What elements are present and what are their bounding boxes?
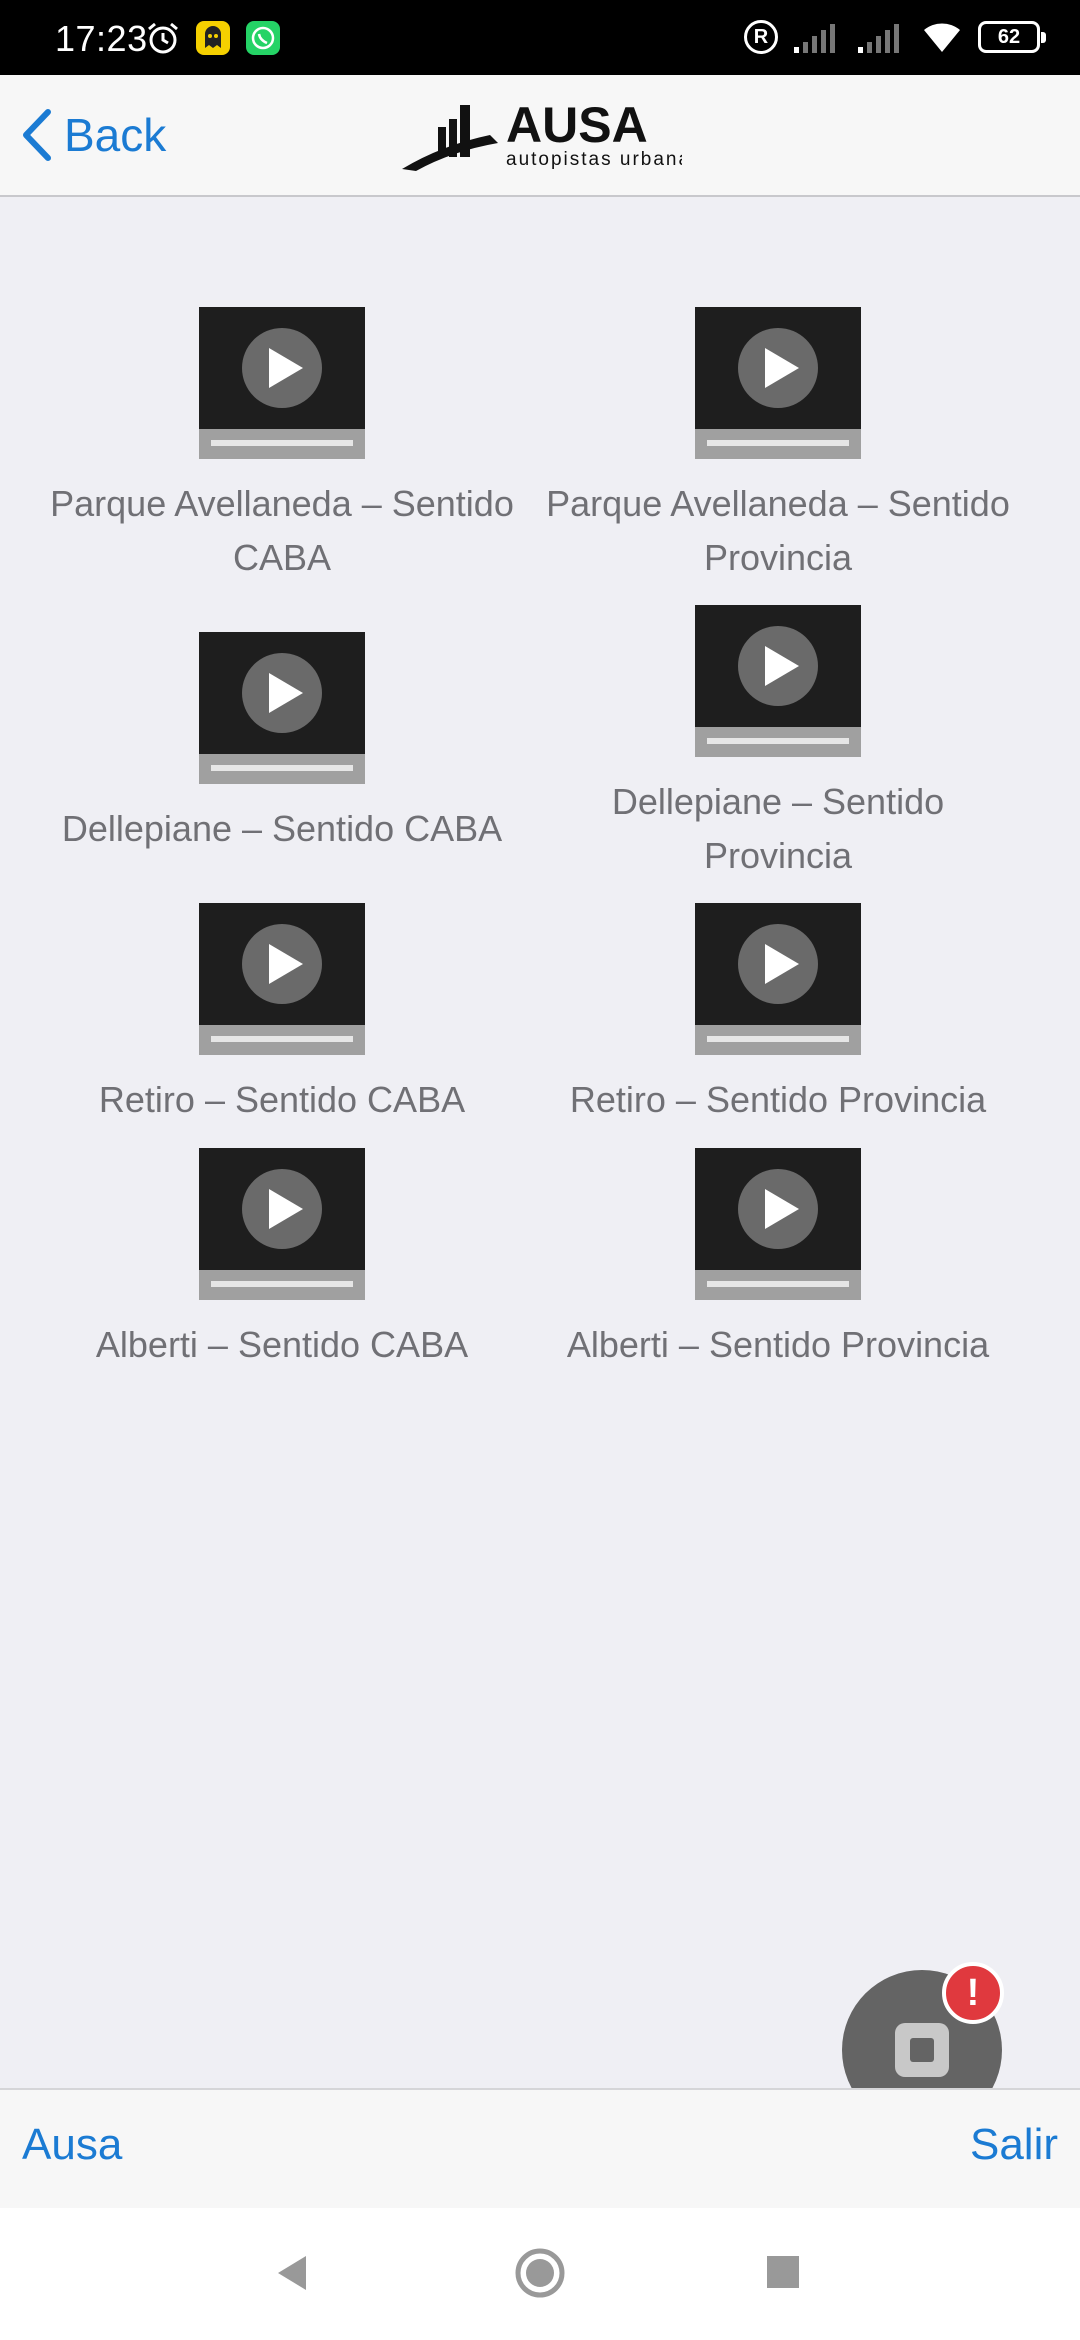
bottom-toolbar: Ausa Salir: [0, 2088, 1080, 2210]
camera-label: Retiro – Sentido Provincia: [569, 1079, 987, 1120]
play-video-icon: [199, 307, 365, 459]
back-label: Back: [64, 109, 167, 161]
camera-label: Dellepiane – Sentido CABA: [61, 808, 503, 849]
status-right-icons: R 62: [744, 20, 1046, 54]
video-thumbnail[interactable]: [695, 307, 861, 459]
play-video-icon: [695, 605, 861, 757]
play-video-icon: [199, 1148, 365, 1300]
camera-tile[interactable]: Dellepiane – Sentido CABA: [34, 632, 530, 856]
alert-badge: !: [942, 1962, 1004, 2024]
camera-label: Alberti – Sentido Provincia: [566, 1324, 990, 1365]
video-thumbnail[interactable]: [199, 307, 365, 459]
cyberghost-icon: [196, 21, 230, 55]
battery-icon: 62: [978, 21, 1046, 53]
system-nav-bar: [0, 2208, 1080, 2340]
nav-home-icon[interactable]: [513, 2246, 567, 2300]
camera-tile[interactable]: Parque Avellaneda – Sentido Provincia: [530, 307, 1026, 585]
camera-tile[interactable]: Alberti – Sentido CABA: [34, 1148, 530, 1372]
logo-title: AUSA: [506, 97, 648, 153]
stop-icon: [895, 2023, 949, 2077]
signal-icon: [794, 24, 835, 53]
signal-icon: [858, 24, 899, 53]
camera-tile[interactable]: Retiro – Sentido Provincia: [530, 903, 1026, 1127]
camera-label: Parque Avellaneda – Sentido Provincia: [546, 483, 1010, 578]
ausa-button[interactable]: Ausa: [22, 2120, 122, 2170]
camera-label: Retiro – Sentido CABA: [98, 1079, 466, 1120]
logo-mark: AUSA autopistas urbanas: [402, 97, 701, 171]
video-thumbnail[interactable]: [199, 903, 365, 1055]
chevron-left-icon: [23, 109, 51, 161]
video-thumbnail[interactable]: [199, 1148, 365, 1300]
back-button[interactable]: Back: [20, 105, 166, 165]
alarm-icon: [148, 22, 178, 54]
camera-label: Alberti – Sentido CABA: [95, 1324, 469, 1365]
ausa-logo: AUSA autopistas urbanas: [402, 97, 701, 177]
play-video-icon: [199, 632, 365, 784]
play-video-icon: [695, 1148, 861, 1300]
status-time: 17:23: [55, 18, 148, 59]
play-video-icon: [695, 903, 861, 1055]
status-bar: 17:23 R 62: [0, 0, 1080, 75]
play-video-icon: [199, 903, 365, 1055]
whatsapp-icon: [246, 21, 280, 55]
video-thumbnail[interactable]: [695, 903, 861, 1055]
camera-tile[interactable]: Parque Avellaneda – Sentido CABA: [34, 307, 530, 585]
nav-recents-icon[interactable]: [765, 2254, 801, 2290]
status-left-icons: [145, 20, 281, 56]
registered-icon: R: [744, 20, 778, 54]
nav-back-icon[interactable]: [272, 2248, 312, 2298]
camera-label: Dellepiane – Sentido Provincia: [611, 781, 945, 876]
logo-subtitle: autopistas urbanas: [506, 149, 682, 170]
salir-button[interactable]: Salir: [970, 2120, 1058, 2170]
video-thumbnail[interactable]: [695, 1148, 861, 1300]
camera-tile[interactable]: Dellepiane – Sentido Provincia: [530, 605, 1026, 883]
wifi-icon: [924, 23, 960, 52]
camera-tile[interactable]: Alberti – Sentido Provincia: [530, 1148, 1026, 1372]
video-thumbnail[interactable]: [695, 605, 861, 757]
video-thumbnail[interactable]: [199, 632, 365, 784]
camera-label: Parque Avellaneda – Sentido CABA: [50, 483, 514, 578]
camera-tile[interactable]: Retiro – Sentido CABA: [34, 903, 530, 1127]
play-video-icon: [695, 307, 861, 459]
nav-header: Back AUSA autopistas urbanas: [0, 75, 1080, 197]
